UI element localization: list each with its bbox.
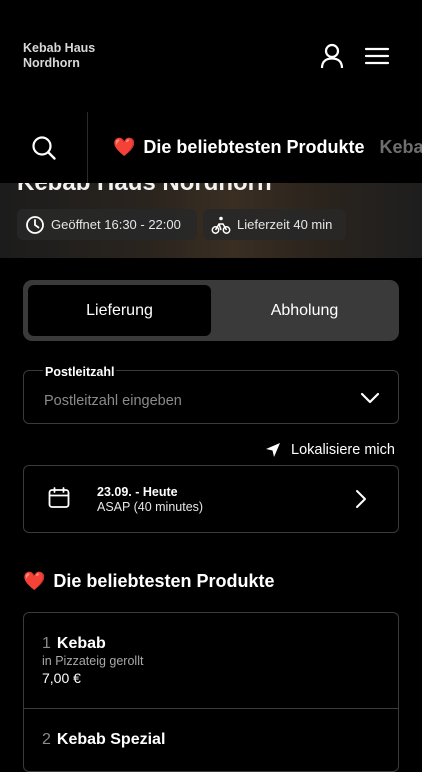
hamburger-menu-icon <box>364 47 390 65</box>
popular-section-title: ❤️ Die beliebtesten Produkte <box>23 571 274 592</box>
heart-icon: ❤️ <box>23 571 46 591</box>
category-tab-kebab[interactable]: Keba <box>379 137 422 158</box>
restaurant-title: Kebab Haus Nordhorn <box>17 183 272 197</box>
category-tab-popular[interactable]: ❤️ Die beliebtesten Produkte <box>113 137 364 158</box>
locate-me-button[interactable]: Lokalisiere mich <box>265 440 395 460</box>
chevron-down-icon[interactable] <box>360 391 380 405</box>
product-item[interactable]: 1 Kebab in Pizzateig gerollt 7,00 € <box>24 613 398 709</box>
restaurant-hero: Kebab Haus Nordhorn Geöffnet 16:30 - 22:… <box>0 183 422 258</box>
postal-code-field[interactable]: Postleitzahl <box>23 365 399 424</box>
category-tab-popular-label: Die beliebtesten Produkte <box>143 137 365 157</box>
app-header: Kebab Haus Nordhorn <box>0 0 422 113</box>
category-list: ❤️ Die beliebtesten Produkte Keba <box>113 112 422 183</box>
postal-code-input[interactable] <box>44 389 344 413</box>
delivery-time-text: Lieferzeit 40 min <box>237 217 333 232</box>
product-list: 1 Kebab in Pizzateig gerollt 7,00 € 2 Ke… <box>23 612 399 772</box>
product-number: 2 <box>42 731 51 748</box>
postal-code-label: Postleitzahl <box>43 365 117 379</box>
location-arrow-icon <box>266 443 280 457</box>
product-item[interactable]: 2 Kebab Spezial <box>24 709 398 771</box>
product-price: 7,00 € <box>42 670 81 686</box>
product-number: 1 <box>42 635 51 652</box>
heart-icon: ❤️ <box>113 137 136 157</box>
popular-section-title-text: Die beliebtesten Produkte <box>53 571 275 591</box>
search-icon <box>31 135 56 160</box>
order-mode-toggle: Lieferung Abholung <box>23 280 399 341</box>
chevron-right-icon <box>356 490 366 508</box>
pickup-tab[interactable]: Abholung <box>213 285 396 336</box>
clock-icon <box>26 215 44 234</box>
opening-hours-text: Geöffnet 16:30 - 22:00 <box>51 217 181 232</box>
schedule-time: ASAP (40 minutes) <box>97 500 204 514</box>
brand-logo-text[interactable]: Kebab Haus Nordhorn <box>23 41 95 71</box>
category-bar: ❤️ Die beliebtesten Produkte Keba <box>0 112 422 184</box>
product-name: Kebab Spezial <box>56 731 166 748</box>
schedule-date: 23.09. - Heute <box>97 485 178 499</box>
locate-me-label: Lokalisiere mich <box>291 442 395 458</box>
schedule-selector[interactable]: 23.09. - Heute ASAP (40 minutes) <box>23 465 399 533</box>
brand-line-2: Nordhorn <box>23 56 80 70</box>
category-search-button[interactable] <box>0 112 88 183</box>
bicycle-courier-icon <box>211 216 231 234</box>
user-icon <box>320 43 344 69</box>
product-description: in Pizzateig gerollt <box>42 654 144 668</box>
brand-line-1: Kebab Haus <box>23 41 96 55</box>
account-button[interactable] <box>318 42 346 70</box>
delivery-time-chip: Lieferzeit 40 min <box>203 209 346 240</box>
opening-hours-chip: Geöffnet 16:30 - 22:00 <box>17 209 197 240</box>
menu-button[interactable] <box>364 44 390 68</box>
product-name: Kebab <box>56 635 106 652</box>
calendar-icon <box>48 487 70 508</box>
delivery-tab[interactable]: Lieferung <box>28 285 211 336</box>
